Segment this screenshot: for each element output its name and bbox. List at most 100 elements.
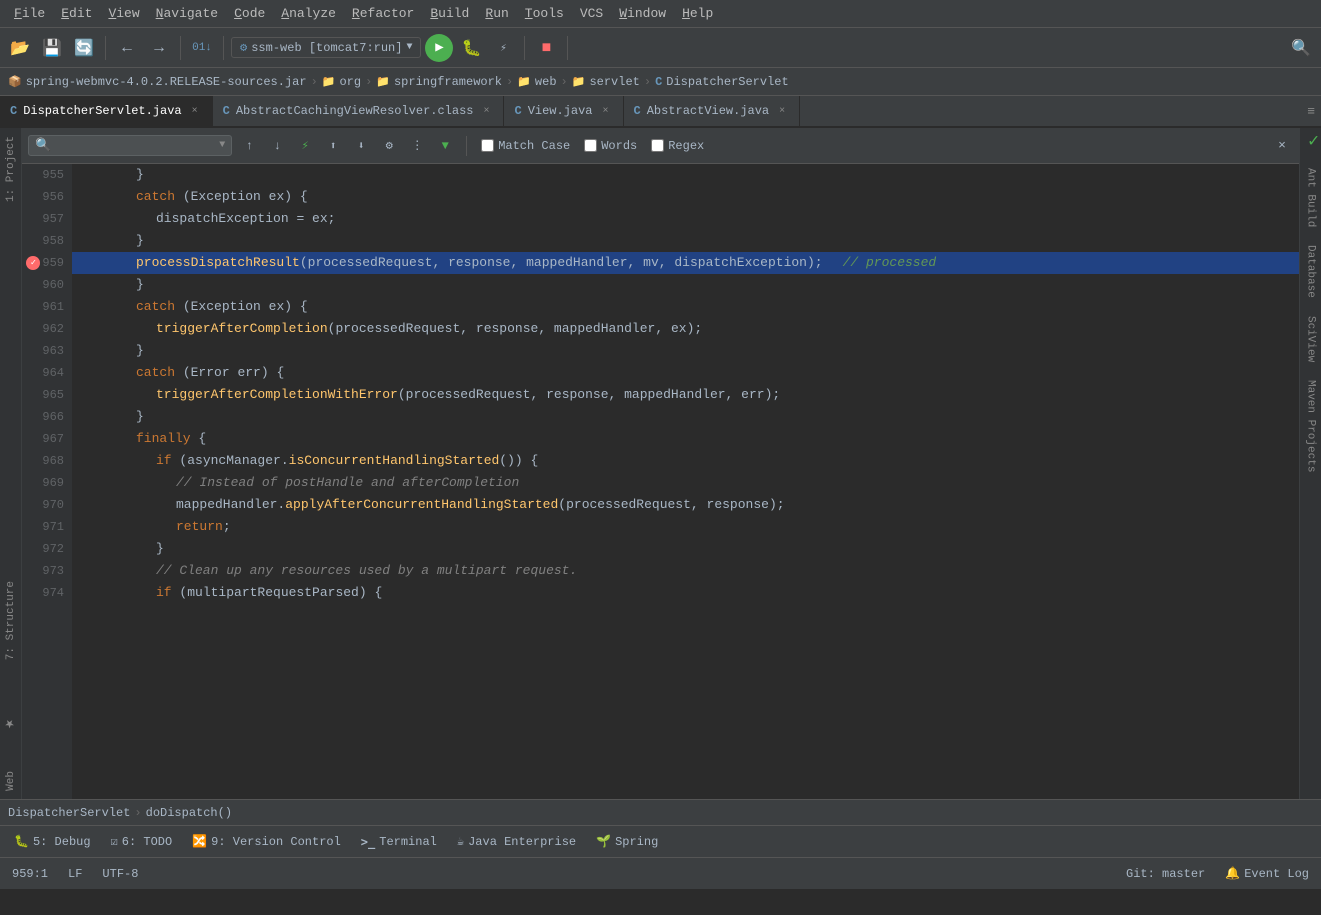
breadcrumb-jar[interactable]: spring-webmvc-4.0.2.RELEASE-sources.jar [26,75,307,89]
gutter-963: 963 [42,340,64,362]
words-label: Words [601,139,637,153]
words-option[interactable]: Words [580,137,641,155]
tab-abstractcachingviewresolver[interactable]: C AbstractCachingViewResolver.class × [213,96,505,126]
tab-close-2[interactable]: × [599,104,613,118]
vcs-tool-button[interactable]: 🔀 9: Version Control [186,832,347,851]
status-encoding[interactable]: UTF-8 [98,865,142,883]
run-config-selector[interactable]: ⚙ ssm-web [tomcat7:run] ▼ [231,37,421,58]
menu-help[interactable]: Help [676,4,719,23]
nav-up-button[interactable]: ⬆ [322,135,344,157]
sidebar-item-structure[interactable]: 7: Structure [2,573,20,668]
breadcrumb-class[interactable]: C DispatcherServlet [655,75,789,89]
gutter-961: 961 [42,296,64,318]
breadcrumb-springframework[interactable]: 📁 springframework [376,75,502,89]
sync-button[interactable]: 🔄 [70,34,98,62]
status-lf[interactable]: LF [64,865,86,883]
nav-down-button[interactable]: ⬇ [350,135,372,157]
menu-code[interactable]: Code [228,4,271,23]
breadcrumb-servlet[interactable]: 📁 servlet [572,75,640,89]
menu-refactor[interactable]: Refactor [346,4,420,23]
code-line-961: catch (Exception ex) { [72,296,1299,318]
breadcrumb-org[interactable]: 📁 org [322,75,361,89]
status-git[interactable]: Git: master [1122,865,1209,883]
code-content[interactable]: } catch (Exception ex) { dispatchExcepti… [72,164,1299,799]
commit-button[interactable]: 01↓ [188,34,216,62]
back-button[interactable]: ← [113,34,141,62]
menu-edit[interactable]: Edit [55,4,98,23]
gutter-973: 973 [42,560,64,582]
code-line-970: mappedHandler.applyAfterConcurrentHandli… [72,494,1299,516]
tab-abstractview[interactable]: C AbstractView.java × [624,96,801,126]
gutter-959: ✓ 959 [26,252,64,274]
tab-label-2: View.java [528,104,593,118]
tab-icon-1: C [223,104,230,118]
breadcrumb-bottom-method[interactable]: doDispatch() [146,806,232,820]
gutter-962: 962 [42,318,64,340]
tab-close-3[interactable]: × [775,104,789,118]
filter-results-button[interactable]: ▼ [434,135,456,157]
regex-checkbox[interactable] [651,139,664,152]
breadcrumb-bottom: DispatcherServlet › doDispatch() [0,799,1321,825]
menu-window[interactable]: Window [613,4,672,23]
tab-close-0[interactable]: × [188,104,202,118]
status-line-col[interactable]: 959:1 [8,865,52,883]
sidebar-item-web[interactable]: Web [2,763,20,799]
forward-button[interactable]: → [145,34,173,62]
menu-vcs[interactable]: VCS [574,4,609,23]
terminal-tool-button[interactable]: >_ Terminal [355,833,443,851]
open-folder-button[interactable]: 📂 [6,34,34,62]
java-enterprise-label: Java Enterprise [468,835,576,849]
debug-button[interactable]: 🐛 [457,34,485,62]
menu-build[interactable]: Build [424,4,475,23]
regex-option[interactable]: Regex [647,137,708,155]
coverage-button[interactable]: ⚡ [489,34,517,62]
event-log-button[interactable]: 🔔 Event Log [1221,864,1313,883]
search-input[interactable] [55,139,215,153]
tab-overflow-icon[interactable]: ≡ [1307,104,1315,119]
debug-tool-button[interactable]: 🐛 5: Debug [8,832,97,851]
status-line-label: 959:1 [12,867,48,881]
java-enterprise-tool-button[interactable]: ☕ Java Enterprise [451,832,582,851]
gutter-956: 956 [42,186,64,208]
tab-close-1[interactable]: × [479,104,493,118]
menu-file[interactable]: File [8,4,51,23]
settings-button[interactable]: ⚙ [378,135,400,157]
search-dropdown-icon[interactable]: ▼ [219,140,225,151]
menu-analyze[interactable]: Analyze [275,4,342,23]
todo-tool-button[interactable]: ☑ 6: TODO [105,832,179,851]
run-button[interactable]: ▶ [425,34,453,62]
menu-tools[interactable]: Tools [519,4,570,23]
match-case-checkbox[interactable] [481,139,494,152]
more-options-button[interactable]: ⋮ [406,135,428,157]
menu-run[interactable]: Run [479,4,514,23]
search-everywhere-button[interactable]: 🔍 [1287,34,1315,62]
next-result-button[interactable]: ↓ [266,135,288,157]
spring-tool-button[interactable]: 🌱 Spring [590,832,664,851]
sidebar-ant-build[interactable]: Ant Build [1302,160,1320,235]
stop-button[interactable]: ■ [532,34,560,62]
gutter-955: 955 [42,164,64,186]
words-checkbox[interactable] [584,139,597,152]
menu-navigate[interactable]: Navigate [150,4,224,23]
sidebar-item-favorites[interactable]: ★ [0,708,23,743]
prev-result-button[interactable]: ↑ [238,135,260,157]
tab-dispatcherservlet[interactable]: C DispatcherServlet.java × [0,96,213,126]
code-line-964: catch (Error err) { [72,362,1299,384]
tab-view[interactable]: C View.java × [504,96,623,126]
breadcrumb-bottom-class[interactable]: DispatcherServlet [8,806,130,820]
sidebar-maven[interactable]: Maven Projects [1302,372,1320,480]
sidebar-database[interactable]: Database [1302,237,1320,306]
sidebar-item-project[interactable]: 1: Project [2,128,20,210]
todo-tool-icon: ☑ [111,834,118,849]
breadcrumb-web[interactable]: 📁 web [517,75,556,89]
save-button[interactable]: 💾 [38,34,66,62]
code-line-956: catch (Exception ex) { [72,186,1299,208]
bottom-tools-bar: 🐛 5: Debug ☑ 6: TODO 🔀 9: Version Contro… [0,825,1321,857]
code-line-971: return; [72,516,1299,538]
filter-button[interactable]: ⚡ [294,135,316,157]
menu-view[interactable]: View [102,4,145,23]
search-close-button[interactable]: × [1271,135,1293,157]
sidebar-sciview[interactable]: SciView [1302,308,1320,370]
tab-label-1: AbstractCachingViewResolver.class [236,104,474,118]
match-case-option[interactable]: Match Case [477,137,574,155]
